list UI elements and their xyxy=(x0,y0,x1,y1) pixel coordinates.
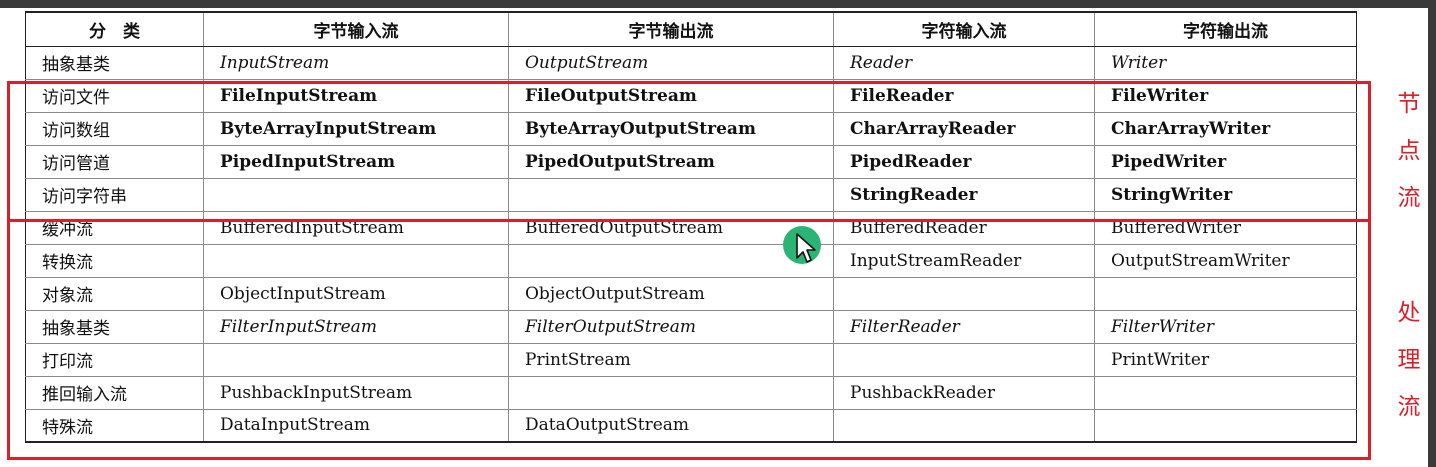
row-category: 抽象基类 xyxy=(25,309,204,344)
node-label-char: 点 xyxy=(1397,138,1421,164)
table-cell: FilterWriter xyxy=(1094,309,1357,344)
header-column: 字符输入流 xyxy=(833,11,1095,47)
table-cell: ByteArrayInputStream xyxy=(203,111,509,146)
table-cell: CharArrayWriter xyxy=(1094,111,1357,146)
table-cell xyxy=(1094,276,1357,311)
table-cell: PipedWriter xyxy=(1094,144,1357,179)
table-cell: Writer xyxy=(1094,45,1357,80)
row-category: 访问文件 xyxy=(25,78,204,113)
table-cell: FilterInputStream xyxy=(203,309,509,344)
process-label-char: 处 xyxy=(1397,300,1421,326)
table-row: 访问文件 FileInputStream FileOutputStream FileR… xyxy=(25,78,1357,113)
table-row: 对象流 ObjectInputStream ObjectOutputStream xyxy=(25,276,1357,311)
table-cell: StringReader xyxy=(833,177,1095,212)
table-cell: PrintStream xyxy=(508,342,834,377)
row-category: 推回输入流 xyxy=(25,375,204,410)
table-header-row: 分 类字节输入流 字节输出流 字符输入流 字符输出流 xyxy=(25,11,1357,47)
row-category: 抽象基类 xyxy=(25,45,204,80)
right-window-edge xyxy=(1428,0,1436,467)
table-cell: OutputStream xyxy=(508,45,834,80)
table-cell: PipedOutputStream xyxy=(508,144,834,179)
table-cell xyxy=(203,243,509,278)
table-cell: PushbackInputStream xyxy=(203,375,509,410)
table-row: 抽象基类 InputStream OutputStream Reader Writer xyxy=(25,45,1357,80)
row-category: 访问字符串 xyxy=(25,177,204,212)
node-label-char: 流 xyxy=(1397,185,1421,211)
header-column: 字节输出流 xyxy=(508,11,834,47)
table-row: 抽象基类 FilterInputStream FilterOutputStream F… xyxy=(25,309,1357,344)
header-column: 字符输出流 xyxy=(1094,11,1357,47)
row-category: 打印流 xyxy=(25,342,204,377)
table-cell: FileOutputStream xyxy=(508,78,834,113)
table-cell: FileReader xyxy=(833,78,1095,113)
table-cell: ObjectOutputStream xyxy=(508,276,834,311)
table-cell xyxy=(1094,375,1357,410)
io-stream-table: 分 类字节输入流 字节输出流 字符输入流 字符输出流 抽象基类 InputStream O… xyxy=(25,11,1357,443)
process-label-char: 理 xyxy=(1397,347,1421,373)
table-row: 缓冲流 BufferedInputStream BufferedOutputStre… xyxy=(25,210,1357,245)
table-cell xyxy=(833,408,1095,443)
table-cell xyxy=(203,177,509,212)
table-cell: PipedInputStream xyxy=(203,144,509,179)
table-cell: DataInputStream xyxy=(203,408,509,443)
row-category: 访问数组 xyxy=(25,111,204,146)
table-cell: BufferedReader xyxy=(833,210,1095,245)
header-column: 字节输入流 xyxy=(203,11,509,47)
table-cell xyxy=(833,276,1095,311)
row-category: 对象流 xyxy=(25,276,204,311)
table-cell: PrintWriter xyxy=(1094,342,1357,377)
mouse-pointer-icon xyxy=(796,233,816,263)
table-cell xyxy=(508,177,834,212)
table-cell xyxy=(203,342,509,377)
table-cell: BufferedInputStream xyxy=(203,210,509,245)
table-row: 访问数组 ByteArrayInputStream ByteArrayOutputS… xyxy=(25,111,1357,146)
table-body: 抽象基类 InputStream OutputStream Reader Writer 访… xyxy=(25,45,1357,443)
table-row: 转换流 InputStreamReader OutputStreamWriter xyxy=(25,243,1357,278)
process-label-char: 流 xyxy=(1397,394,1421,420)
header-category: 分 类 xyxy=(25,11,204,47)
node-stream-label: 节 点 流 xyxy=(1394,81,1424,222)
table-cell: ByteArrayOutputStream xyxy=(508,111,834,146)
table-cell: ObjectInputStream xyxy=(203,276,509,311)
table-cell: PushbackReader xyxy=(833,375,1095,410)
table-row: 特殊流 DataInputStream DataOutputStream xyxy=(25,408,1357,443)
table-cell: InputStream xyxy=(203,45,509,80)
table-cell: FilterOutputStream xyxy=(508,309,834,344)
table-cell: Reader xyxy=(833,45,1095,80)
table-cell: PipedReader xyxy=(833,144,1095,179)
table-cell: FileWriter xyxy=(1094,78,1357,113)
table-cell: InputStreamReader xyxy=(833,243,1095,278)
table-row: 推回输入流 PushbackInputStream PushbackReader xyxy=(25,375,1357,410)
table-cell: CharArrayReader xyxy=(833,111,1095,146)
table-cell: OutputStreamWriter xyxy=(1094,243,1357,278)
table-cell xyxy=(1094,408,1357,443)
row-category: 转换流 xyxy=(25,243,204,278)
io-stream-table-container: 分 类字节输入流 字节输出流 字符输入流 字符输出流 抽象基类 InputStream O… xyxy=(25,11,1357,443)
row-category: 特殊流 xyxy=(25,408,204,443)
table-cell: DataOutputStream xyxy=(508,408,834,443)
row-category: 访问管道 xyxy=(25,144,204,179)
table-row: 访问字符串 StringReader StringWriter xyxy=(25,177,1357,212)
table-cell xyxy=(508,375,834,410)
table-row: 访问管道 PipedInputStream PipedOutputStream Pip… xyxy=(25,144,1357,179)
processing-stream-label: 处 理 流 xyxy=(1394,290,1424,431)
row-category: 缓冲流 xyxy=(25,210,204,245)
node-label-char: 节 xyxy=(1397,91,1421,117)
table-cell: FilterReader xyxy=(833,309,1095,344)
table-cell: StringWriter xyxy=(1094,177,1357,212)
table-cell: BufferedWriter xyxy=(1094,210,1357,245)
table-cell xyxy=(833,342,1095,377)
table-row: 打印流 PrintStream PrintWriter xyxy=(25,342,1357,377)
top-window-edge xyxy=(0,0,1436,8)
table-cell: FileInputStream xyxy=(203,78,509,113)
